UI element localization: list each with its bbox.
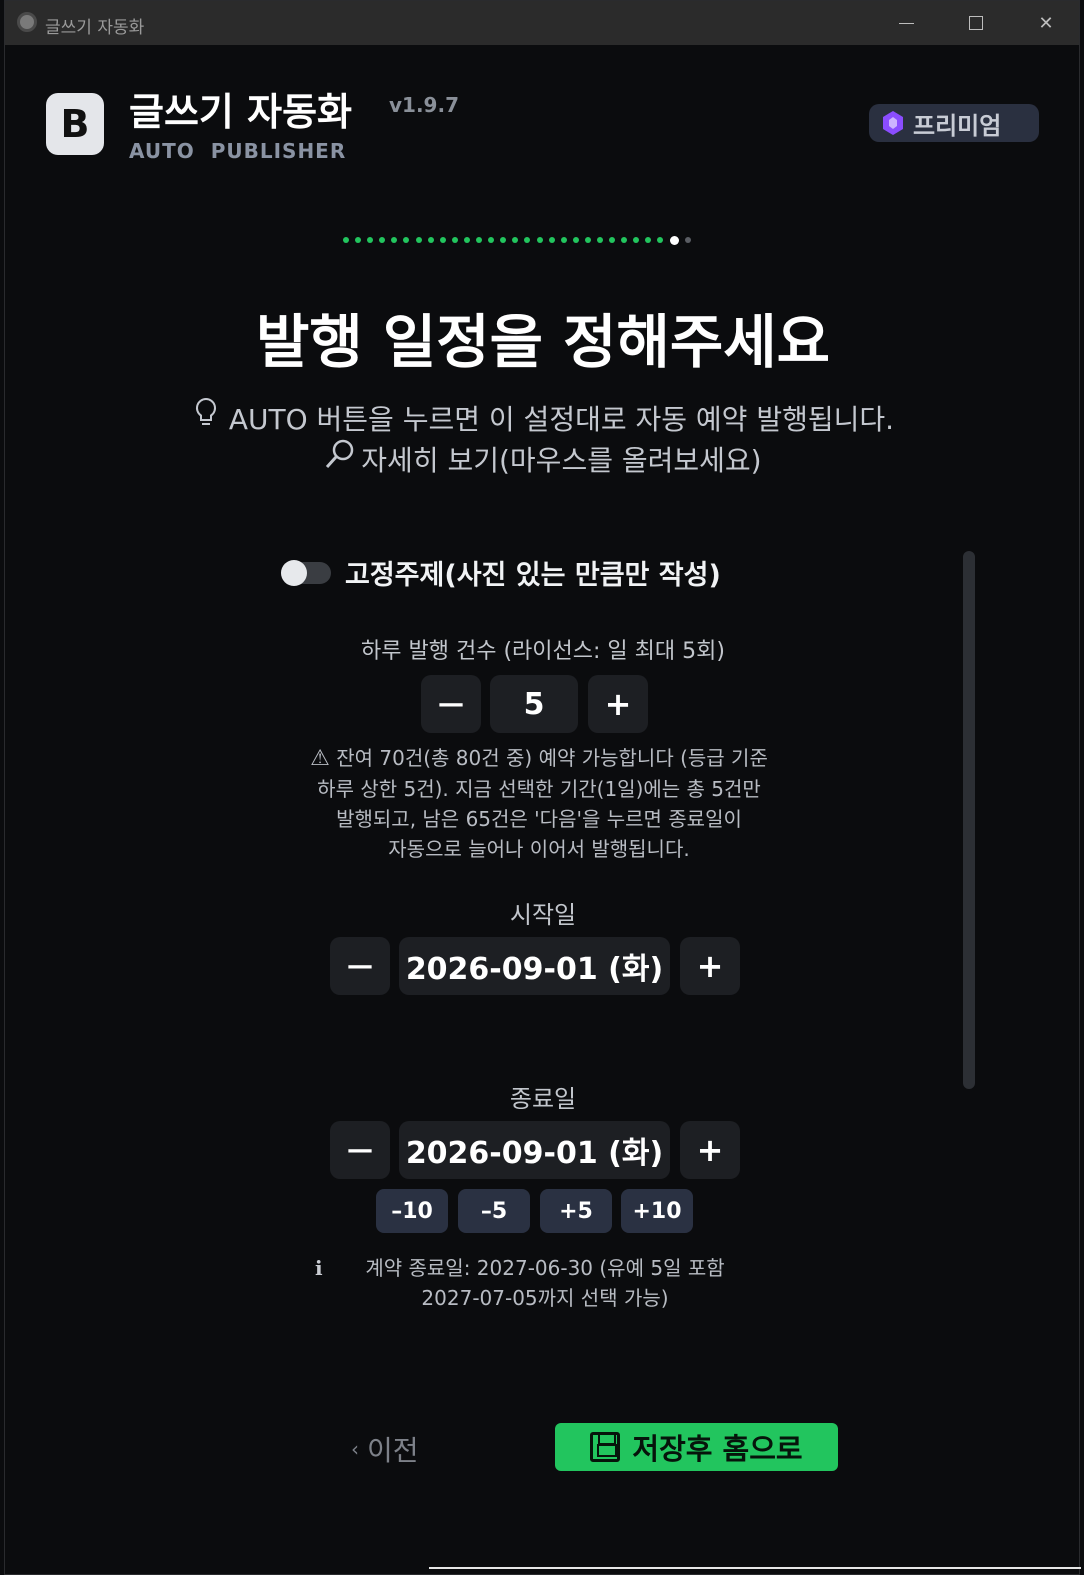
progress-dot	[403, 237, 410, 243]
title-bar: 글쓰기 자동화 ✕	[5, 1, 1079, 45]
progress-dot	[684, 237, 691, 243]
magnifier-icon	[324, 438, 354, 477]
progress-dot	[439, 237, 446, 243]
end-date-minus-5-button[interactable]: –5	[458, 1189, 530, 1233]
warning-line: 잔여 70건(총 80건 중) 예약 가능합니다 (등급 기준	[336, 746, 768, 770]
premium-badge[interactable]: 프리미엄	[869, 104, 1039, 142]
progress-dot	[536, 237, 543, 243]
warning-line: 발행되고, 남은 65건은 '다음'을 누르면 종료일이	[336, 807, 742, 831]
progress-dot	[621, 237, 628, 243]
floppy-icon	[590, 1432, 621, 1462]
end-date-label: 종료일	[509, 1085, 577, 1113]
daily-count-minus-button[interactable]: —	[421, 675, 481, 733]
progress-dot	[572, 237, 579, 243]
progress-dot	[500, 237, 507, 243]
info-line: 2027-07-05까지 선택 가능)	[421, 1286, 669, 1310]
version-label: v1.9.7	[389, 93, 459, 117]
start-date-plus-button[interactable]: +	[680, 937, 740, 995]
close-icon: ✕	[1038, 12, 1054, 34]
auto-hint: AUTO 버튼을 누르면 이 설정대로 자동 예약 발행됩니다.	[5, 397, 1081, 438]
fixed-topic-label: 고정주제(사진 있는 만큼만 작성)	[345, 560, 721, 591]
progress-dot	[476, 237, 483, 243]
progress-dot	[609, 237, 616, 243]
fixed-topic-row: 고정주제(사진 있는 만큼만 작성)	[281, 553, 721, 592]
app-subtitle: AUTO PUBLISHER	[129, 139, 347, 163]
end-date-plus-10-button[interactable]: +10	[621, 1189, 693, 1233]
warning-line: 하루 상한 5건). 지금 선택한 기간(1일)에는 총 5건만	[317, 777, 761, 801]
start-date-label: 시작일	[509, 901, 577, 929]
toggle-knob	[281, 559, 307, 586]
end-date-minus-button[interactable]: —	[330, 1121, 390, 1179]
scrollbar[interactable]	[963, 551, 975, 1089]
start-date-value[interactable]: 2026-09-01 (화)	[399, 937, 670, 995]
progress-dot	[355, 237, 362, 243]
contract-info: i 계약 종료일: 2027-06-30 (유예 5일 포함 2027-07-0…	[305, 1253, 785, 1313]
lightbulb-icon	[192, 397, 220, 436]
progress-dot	[645, 237, 652, 243]
progress-dot	[560, 237, 567, 243]
end-date-minus-10-button[interactable]: –10	[376, 1189, 448, 1233]
chevron-left-icon: ‹	[351, 1437, 359, 1461]
progress-dot	[463, 237, 470, 243]
daily-count-value[interactable]: 5	[490, 675, 578, 733]
end-date-plus-button[interactable]: +	[680, 1121, 740, 1179]
progress-dot	[488, 237, 495, 243]
gem-icon	[883, 111, 903, 135]
maximize-icon	[969, 16, 983, 30]
warning-line: 자동으로 늘어나 이어서 발행됩니다.	[388, 837, 690, 861]
progress-dot	[379, 237, 386, 243]
progress-dot	[633, 237, 640, 243]
quota-warning: ⚠ 잔여 70건(총 80건 중) 예약 가능합니다 (등급 기준 하루 상한 …	[269, 743, 809, 864]
progress-dot	[391, 237, 398, 243]
details-hint[interactable]: 자세히 보기(마우스를 올려보세요)	[5, 438, 1081, 479]
save-home-label: 저장후 홈으로	[632, 1432, 803, 1466]
app-name: 글쓰기 자동화	[129, 90, 352, 134]
progress-dot	[512, 237, 519, 243]
premium-label: 프리미엄	[913, 111, 1002, 140]
save-home-button[interactable]: 저장후 홈으로	[555, 1423, 838, 1471]
prev-button[interactable]: ‹ 이전	[351, 1429, 419, 1469]
bottom-divider	[429, 1567, 1081, 1569]
prev-label: 이전	[367, 1434, 419, 1467]
page-title: 발행 일정을 정해주세요	[256, 308, 830, 376]
progress-dot	[657, 237, 664, 243]
maximize-button[interactable]	[941, 1, 1011, 45]
auto-hint-text: AUTO 버튼을 누르면 이 설정대로 자동 예약 발행됩니다.	[228, 403, 895, 436]
progress-dot	[451, 237, 458, 243]
progress-dot	[596, 237, 603, 243]
close-button[interactable]: ✕	[1011, 1, 1081, 45]
start-date-minus-button[interactable]: —	[330, 937, 390, 995]
minimize-icon	[898, 22, 914, 24]
app-logo: B	[46, 93, 104, 155]
end-date-value[interactable]: 2026-09-01 (화)	[399, 1121, 670, 1179]
warning-icon: ⚠	[310, 746, 330, 771]
app-icon	[17, 12, 37, 32]
progress-dot	[427, 237, 434, 243]
info-line: 계약 종료일: 2027-06-30 (유예 5일 포함	[365, 1256, 725, 1280]
progress-dot	[367, 237, 374, 243]
progress-dot	[343, 237, 349, 243]
progress-dot	[584, 237, 591, 243]
progress-dot	[415, 237, 422, 243]
info-icon: i	[315, 1256, 323, 1280]
progress-dot-current	[669, 235, 679, 245]
daily-count-label: 하루 발행 건수 (라이선스: 일 최대 5회)	[361, 639, 725, 664]
progress-dot	[548, 237, 555, 243]
daily-count-plus-button[interactable]: +	[588, 675, 648, 733]
details-hint-text: 자세히 보기(마우스를 올려보세요)	[361, 444, 762, 477]
fixed-topic-toggle[interactable]	[281, 559, 331, 586]
step-progress	[343, 235, 691, 245]
app-window: 글쓰기 자동화 ✕ B 글쓰기 자동화 v1.9.7 AUTO PUBLISHE…	[4, 0, 1081, 1575]
end-date-plus-5-button[interactable]: +5	[540, 1189, 612, 1233]
minimize-button[interactable]	[871, 1, 941, 45]
window-title: 글쓰기 자동화	[45, 18, 145, 38]
progress-dot	[524, 237, 531, 243]
